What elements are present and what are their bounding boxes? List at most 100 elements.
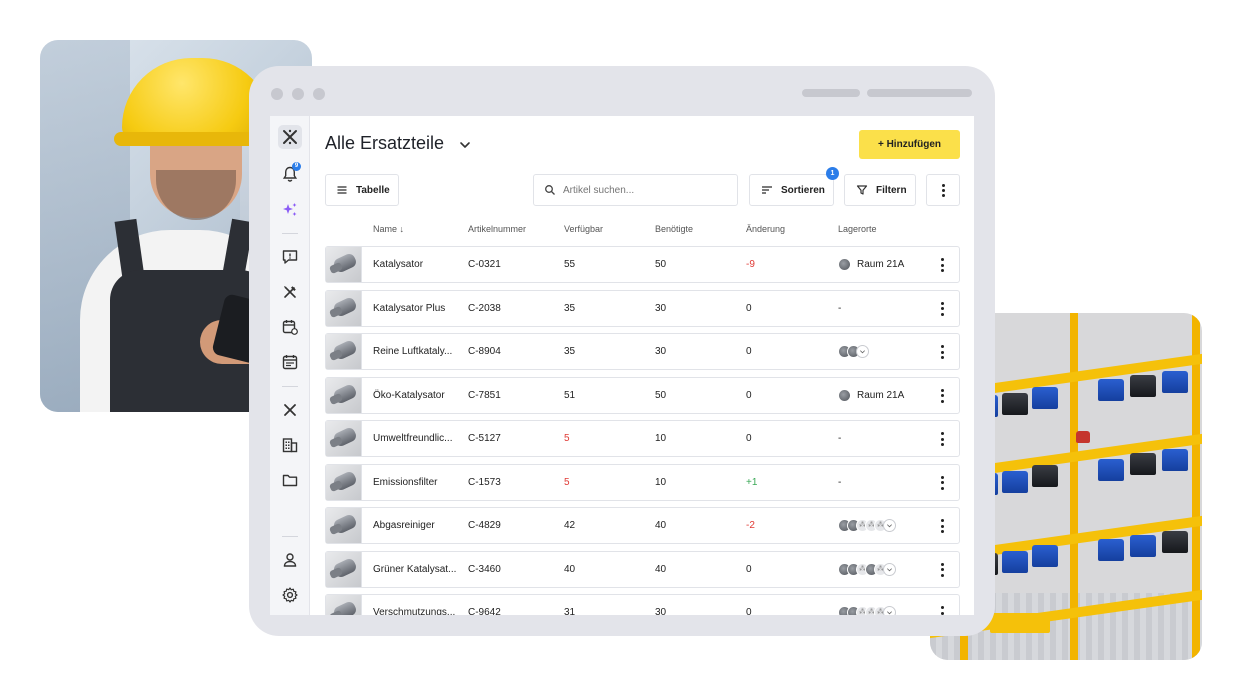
window-dot[interactable] [271,88,283,100]
header-available[interactable]: Verfügbar [564,224,603,234]
filter-button[interactable]: Filtern [844,174,916,206]
article-number: C-3460 [468,563,501,575]
part-name[interactable]: Grüner Katalysat... [373,552,465,587]
more-options-button[interactable] [926,174,960,206]
article-number: C-2038 [468,302,501,314]
available-count: 5 [564,433,570,444]
part-name[interactable]: Öko-Katalysator [373,378,465,413]
view-label: Tabelle [356,184,390,196]
sort-button[interactable]: Sortieren 1 [749,167,839,206]
search-input[interactable] [563,184,723,196]
article-number: C-5127 [468,433,501,444]
table-row[interactable]: Grüner Katalysat... C-3460 40 40 0 ⁂ ⁂ [325,550,960,588]
sort-label: Sortieren [781,184,825,196]
article-number: C-0321 [468,259,501,270]
header-change[interactable]: Änderung [746,224,785,234]
chat-icon[interactable] [278,245,302,269]
change-value: 0 [746,302,752,314]
part-name[interactable]: Katalysator Plus [373,291,465,326]
table-row[interactable]: Katalysator C-0321 55 50 -9 Raum 21A [325,246,960,283]
expand-locations-icon[interactable] [856,345,869,358]
table-row[interactable]: Reine Luftkataly... C-8904 35 30 0 [325,333,960,370]
row-menu-icon[interactable] [941,562,945,577]
app-screen: 9 Alle Ersatzteile + Hinzufügen Tabelle … [270,116,974,615]
table-row[interactable]: Katalysator Plus C-2038 35 30 0 - [325,289,960,327]
location-cell: ⁂ ⁂ ⁂ [838,508,928,543]
change-value: 0 [746,433,752,444]
bell-icon[interactable]: 9 [278,162,302,186]
location-avatar [838,388,851,402]
view-toggle-button[interactable]: Tabelle [325,174,399,206]
available-count: 5 [564,476,570,488]
header-article-number[interactable]: Artikelnummer [468,224,526,234]
part-thumbnail [326,290,362,326]
article-number: C-7851 [468,389,501,401]
chevron-down-icon[interactable] [458,138,472,152]
row-menu-icon[interactable] [941,432,945,446]
folder-icon[interactable] [278,468,302,492]
table-row[interactable]: Öko-Katalysator C-7851 51 50 0 Raum 21A [325,376,960,414]
gear-icon[interactable] [278,583,302,607]
tools-icon[interactable] [278,280,302,304]
location-cell: ⁂ ⁂ [838,552,928,587]
table-row[interactable]: Verschmutzungs... C-9642 31 30 0 ⁂ ⁂ ⁂ [325,594,960,615]
sort-count-badge: 1 [826,167,839,180]
location-stack[interactable]: ⁂ ⁂ ⁂ [838,595,928,615]
row-menu-icon[interactable] [941,606,945,615]
part-name[interactable]: Abgasreiniger [373,508,465,543]
expand-locations-icon[interactable] [883,562,896,576]
part-name[interactable]: Emissionsfilter [373,465,465,500]
expand-locations-icon[interactable] [883,519,896,532]
location-label: - [838,302,842,314]
location-stack[interactable]: ⁂ ⁂ [838,552,928,587]
part-thumbnail [326,508,362,543]
needed-count: 50 [655,259,667,270]
part-name[interactable]: Umweltfreundlic... [373,421,465,456]
part-name[interactable]: Reine Luftkataly... [373,334,465,369]
table-row[interactable]: Umweltfreundlic... C-5127 5 10 0 - [325,420,960,457]
header-name[interactable]: Name ↓ [373,224,404,234]
location-cell: - [838,465,928,500]
window-dot[interactable] [292,88,304,100]
header-locations[interactable]: Lagerorte [838,224,877,234]
row-menu-icon[interactable] [941,301,945,316]
available-count: 35 [564,302,576,314]
logo-small-icon[interactable] [278,398,302,422]
location-stack[interactable] [838,334,928,369]
header-needed[interactable]: Benötigte [655,224,693,234]
location-label: - [838,476,842,488]
kebab-icon [941,183,945,197]
logo-icon[interactable] [278,125,302,149]
part-name[interactable]: Katalysator [373,247,465,282]
row-menu-icon[interactable] [941,388,945,403]
window-controls [271,88,325,100]
location-cell: ⁂ ⁂ ⁂ [838,595,928,615]
calendar-refresh-icon[interactable] [278,315,302,339]
row-menu-icon[interactable] [941,475,945,490]
table-row[interactable]: Emissionsfilter C-1573 5 10 +1 - [325,463,960,501]
building-icon[interactable] [278,433,302,457]
change-value: -2 [746,520,755,531]
needed-count: 30 [655,302,667,314]
location-cell: Raum 21A [838,378,928,413]
sparkle-icon[interactable] [278,198,302,222]
part-name[interactable]: Verschmutzungs... [373,595,465,615]
sort-icon [762,186,772,194]
row-menu-icon[interactable] [941,519,945,533]
expand-locations-icon[interactable] [883,606,896,615]
row-menu-icon[interactable] [941,258,945,272]
user-icon[interactable] [278,548,302,572]
add-button[interactable]: + Hinzufügen [859,130,960,159]
window-bars [802,89,972,97]
calendar-icon[interactable] [278,350,302,374]
list-icon [337,186,347,194]
location-stack[interactable]: ⁂ ⁂ ⁂ [838,508,928,543]
change-value: 0 [746,607,752,615]
row-menu-icon[interactable] [941,345,945,359]
table-row[interactable]: Abgasreiniger C-4829 42 40 -2 ⁂ ⁂ ⁂ [325,507,960,544]
filter-icon [856,185,868,195]
change-value: -9 [746,259,755,270]
window-dot[interactable] [313,88,325,100]
search-icon [545,185,555,195]
search-box[interactable] [533,174,738,206]
